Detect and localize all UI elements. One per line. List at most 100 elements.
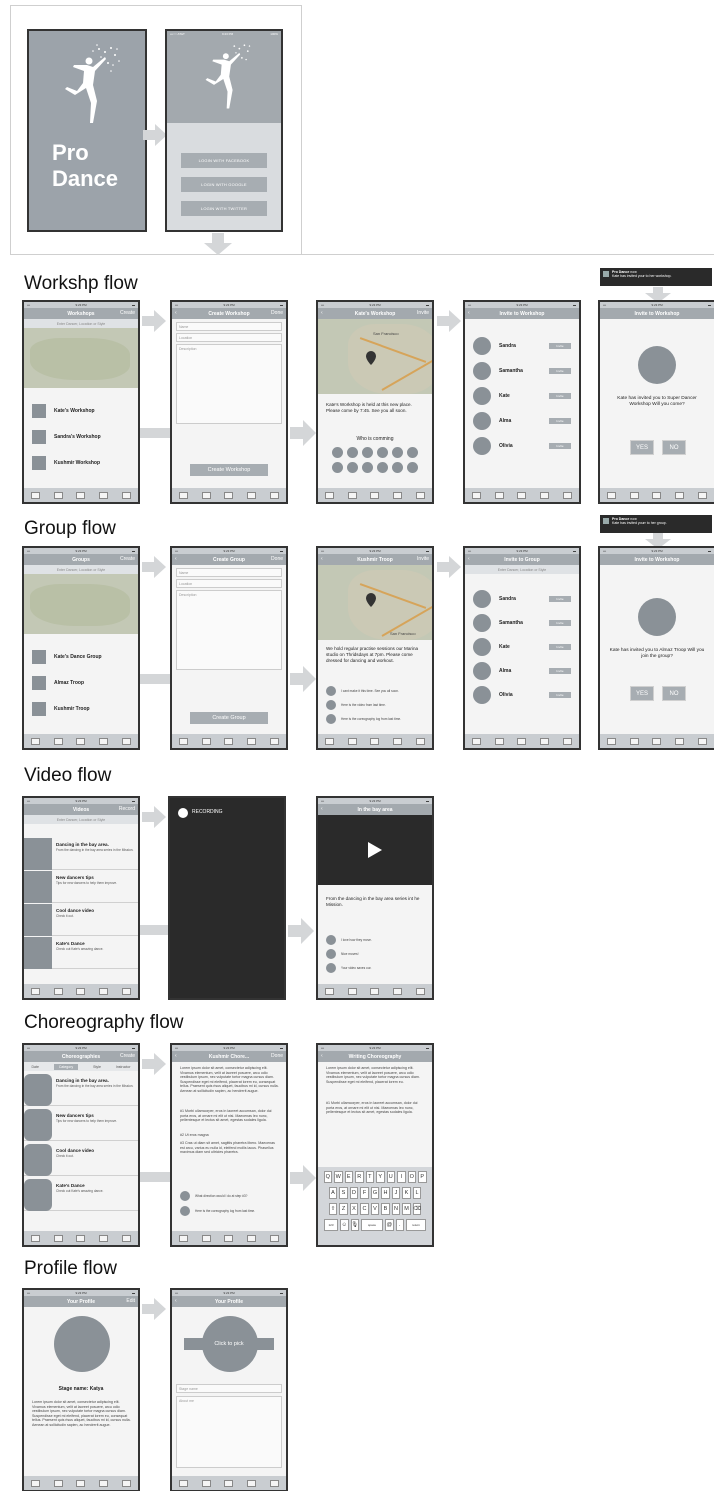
attendee-avatar[interactable] <box>377 462 388 473</box>
invite-button[interactable]: Invite <box>549 418 571 424</box>
attendee-avatar[interactable] <box>362 447 373 458</box>
list-item[interactable]: Kate's Dance Check out Kate's amazing dan… <box>24 1179 138 1211</box>
key-c[interactable]: C <box>360 1203 369 1215</box>
back-icon[interactable]: ‹ <box>175 310 177 316</box>
key-y[interactable]: Y <box>376 1171 385 1183</box>
about-me-field[interactable]: About me <box>176 1396 282 1468</box>
list-item[interactable]: Dancing in the bay area. From the dancing… <box>24 1074 138 1106</box>
create-group-button[interactable]: Create Group <box>190 712 268 724</box>
list-item[interactable]: Dancing in the bay area. From the dancing… <box>24 838 138 870</box>
search-input[interactable]: Enter Dancer, Location or Style <box>24 565 138 574</box>
back-icon[interactable]: ‹ <box>321 1053 323 1059</box>
list-item[interactable]: Kushmir Workshop <box>32 456 100 470</box>
key-p[interactable]: P <box>418 1171 427 1183</box>
list-item[interactable]: New dancers tips Tips for new dancers to … <box>24 871 138 903</box>
key-w[interactable]: W <box>334 1171 343 1183</box>
segment-category[interactable]: Category <box>53 1063 79 1070</box>
push-notification[interactable]: Pro Dance now Kate has invited yourr to … <box>600 515 712 533</box>
done-button[interactable]: Done <box>271 310 283 316</box>
attendee-avatar[interactable] <box>407 462 418 473</box>
invite-button[interactable]: Invite <box>549 692 571 698</box>
location-field[interactable]: Location <box>176 333 282 342</box>
key-h[interactable]: H <box>381 1187 390 1199</box>
attendee-avatar[interactable] <box>347 462 358 473</box>
segment-style[interactable]: Style <box>93 1065 101 1069</box>
no-button[interactable]: NO <box>662 440 686 455</box>
back-icon[interactable]: ‹ <box>321 556 323 562</box>
key-e[interactable]: E <box>344 1171 353 1183</box>
login-twitter-button[interactable]: LOGIN WITH TWITTER <box>181 201 267 216</box>
invite-button[interactable]: Invite <box>549 620 571 626</box>
key-j[interactable]: J <box>391 1187 401 1199</box>
invite-button[interactable]: Invite <box>549 596 571 602</box>
attendee-avatar[interactable] <box>362 462 373 473</box>
space-key[interactable]: space <box>361 1219 383 1231</box>
create-button[interactable]: Create <box>120 556 135 562</box>
edit-button[interactable]: Edit <box>126 1298 135 1304</box>
list-item[interactable]: Kushmir Troop <box>32 702 90 716</box>
key-v[interactable]: V <box>370 1203 380 1215</box>
back-icon[interactable]: ‹ <box>321 310 323 316</box>
key-d[interactable]: D <box>349 1187 359 1199</box>
key-b[interactable]: B <box>381 1203 390 1215</box>
done-button[interactable]: Done <box>271 1053 283 1059</box>
invite-button[interactable]: Invite <box>549 443 571 449</box>
choreography-editor[interactable]: Lorem ipsum dolor sit amet, consectetur … <box>326 1066 426 1084</box>
key-f[interactable]: F <box>360 1187 369 1199</box>
description-field[interactable]: Description <box>176 344 282 424</box>
key-n[interactable]: N <box>391 1203 401 1215</box>
choreography-editor[interactable]: #1 Morbi ullamcorper, eros in laoreet ac… <box>326 1101 426 1115</box>
invite-button[interactable]: Invite <box>549 668 571 674</box>
create-button[interactable]: Create <box>120 310 135 316</box>
play-icon[interactable] <box>368 842 382 858</box>
key-x[interactable]: X <box>349 1203 359 1215</box>
search-input[interactable]: Enter Dancer, Location or Style <box>24 319 138 328</box>
back-icon[interactable]: ‹ <box>468 556 470 562</box>
key-s[interactable]: S <box>339 1187 348 1199</box>
description-field[interactable]: Description <box>176 590 282 670</box>
record-button[interactable]: Record <box>119 806 135 812</box>
dot-key[interactable]: . <box>395 1219 404 1231</box>
create-workshop-button[interactable]: Create Workshop <box>190 464 268 476</box>
back-icon[interactable]: ‹ <box>175 1053 177 1059</box>
key-g[interactable]: G <box>370 1187 380 1199</box>
name-field[interactable]: Name <box>176 322 282 331</box>
invite-button[interactable]: Invite <box>417 310 429 316</box>
key-m[interactable]: M <box>402 1203 411 1215</box>
list-item[interactable]: Kate's Dance Group <box>32 650 102 664</box>
key-u[interactable]: U <box>386 1171 395 1183</box>
back-icon[interactable]: ‹ <box>175 1298 177 1304</box>
keyboard[interactable]: QWERTYUIOP ASDFGHJKL ⇧ Z X C V B N M ⌫ 123 ☺ 🎙 s… <box>318 1167 432 1245</box>
key-t[interactable]: T <box>365 1171 374 1183</box>
record-icon[interactable] <box>178 808 188 818</box>
invite-button[interactable]: Invite <box>549 644 571 650</box>
list-item[interactable]: Sandra's Workshop <box>32 430 101 444</box>
no-button[interactable]: NO <box>662 686 686 701</box>
yes-button[interactable]: YES <box>630 686 654 701</box>
location-field[interactable]: Location <box>176 579 282 588</box>
attendee-avatar[interactable] <box>407 447 418 458</box>
invite-button[interactable]: Invite <box>549 343 571 349</box>
push-notification[interactable]: Pro Dance now Kate has invited your to h… <box>600 268 712 286</box>
segment-date[interactable]: Date <box>32 1065 39 1069</box>
attendee-avatar[interactable] <box>392 447 403 458</box>
key-z[interactable]: Z <box>339 1203 348 1215</box>
list-item[interactable]: Kate's Workshop <box>32 404 95 418</box>
list-item[interactable]: Almaz Troop <box>32 676 84 690</box>
attendee-avatar[interactable] <box>332 462 343 473</box>
list-item[interactable]: Cool dance video Check it out. <box>24 1144 138 1176</box>
mic-key[interactable]: 🎙 <box>350 1219 359 1231</box>
invite-button[interactable]: Invite <box>417 556 429 562</box>
key-q[interactable]: Q <box>323 1171 332 1183</box>
at-key[interactable]: @ <box>385 1219 394 1231</box>
list-item[interactable]: Cool dance video Check it out. <box>24 904 138 936</box>
attendee-avatar[interactable] <box>347 447 358 458</box>
name-field[interactable]: Name <box>176 568 282 577</box>
pick-photo-button[interactable]: Click to pick <box>184 1338 274 1350</box>
return-key[interactable]: return <box>406 1219 426 1231</box>
emoji-key[interactable]: ☺ <box>340 1219 349 1231</box>
back-icon[interactable]: ‹ <box>468 310 470 316</box>
segment-instructor[interactable]: Instructor <box>116 1065 131 1069</box>
key-o[interactable]: O <box>407 1171 416 1183</box>
key-i[interactable]: I <box>397 1171 406 1183</box>
